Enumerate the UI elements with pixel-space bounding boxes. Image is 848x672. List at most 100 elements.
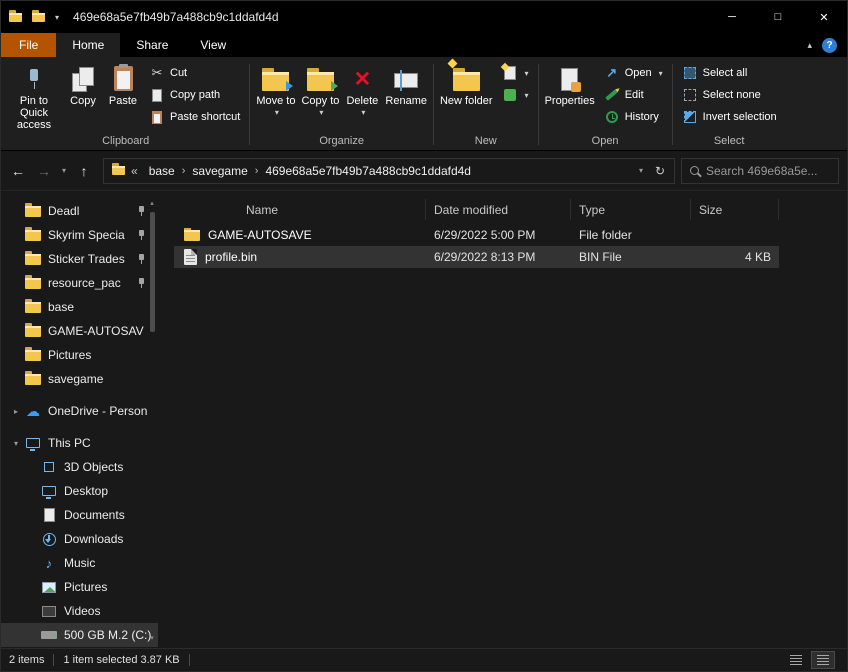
new-item-button[interactable]: ▾ (496, 62, 535, 84)
folder-icon (25, 370, 41, 385)
tab-view[interactable]: View (184, 33, 242, 57)
navigation-pane: Deadl Skyrim Specia Sticker Trades resou… (1, 191, 158, 648)
invert-selection-button[interactable]: Invert selection (676, 106, 783, 128)
sidebar-item-skyrim-special[interactable]: Skyrim Specia (1, 223, 158, 247)
address-bar: ← → ▾ ↑ « base › savegame › 469e68a5e7fb… (1, 151, 847, 191)
quick-access-toolbar-dropdown-icon[interactable]: ▾ (55, 13, 59, 22)
breadcrumb-current-folder[interactable]: 469e68a5e7fb49b7a488cb9c1ddafd4d (260, 164, 476, 178)
document-icon (43, 508, 55, 522)
sidebar-item-label: Pictures (48, 348, 92, 362)
chevron-down-icon[interactable]: ▾ (9, 439, 23, 448)
breadcrumb-chevron-icon[interactable]: › (253, 165, 261, 177)
copy-path-button[interactable]: Copy path (143, 84, 246, 106)
list-view-button[interactable] (784, 651, 808, 669)
sidebar-item-drive-d[interactable]: 1 TB SSD (D:) (1, 647, 158, 648)
collapse-ribbon-icon[interactable]: ▴ (807, 40, 812, 51)
quick-access-toolbar-folder-icon[interactable] (32, 9, 45, 22)
paste-button[interactable]: Paste (103, 60, 143, 109)
breadcrumb-base[interactable]: base (144, 164, 180, 178)
scrollbar-thumb[interactable] (149, 212, 155, 332)
copy-icon (72, 67, 94, 92)
sidebar-item-pictures[interactable]: Pictures (1, 575, 158, 599)
address-box[interactable]: « base › savegame › 469e68a5e7fb49b7a488… (103, 157, 675, 184)
help-icon[interactable]: ? (822, 37, 837, 53)
tab-home[interactable]: Home (56, 33, 121, 57)
scroll-down-icon[interactable]: ▾ (150, 634, 154, 644)
sidebar-item-deadl[interactable]: Deadl (1, 199, 158, 223)
maximize-button[interactable]: □ (755, 1, 801, 33)
tab-share[interactable]: Share (120, 33, 184, 57)
sidebar-item-desktop[interactable]: Desktop (1, 479, 158, 503)
search-input[interactable] (706, 163, 830, 178)
refresh-icon[interactable]: ↻ (648, 159, 672, 183)
sidebar-item-drive-c[interactable]: 500 GB M.2 (C:) (1, 623, 158, 647)
search-icon (690, 166, 699, 175)
scroll-up-icon[interactable]: ▴ (150, 199, 154, 209)
paste-shortcut-button[interactable]: Paste shortcut (143, 106, 246, 128)
open-label: Open (624, 67, 652, 79)
pin-to-quick-access-button[interactable]: Pin to Quick access (5, 60, 63, 133)
folder-icon (184, 228, 200, 241)
select-all-button[interactable]: Select all (676, 62, 783, 84)
forward-button[interactable]: → (31, 158, 57, 184)
ribbon-group-open: Properties ↗ Open ▾ Edit History Open (540, 59, 671, 150)
sidebar-item-onedrive[interactable]: ▸ ☁ OneDrive - Person (1, 399, 158, 423)
column-header-size[interactable]: Size (691, 199, 779, 220)
tab-file[interactable]: File (1, 33, 57, 57)
select-none-button[interactable]: Select none (676, 84, 783, 106)
address-dropdown-icon[interactable]: ▾ (634, 159, 648, 183)
folder-icon (25, 202, 41, 217)
column-header-type[interactable]: Type (571, 199, 691, 220)
move-to-button[interactable]: Move to ▾ (253, 60, 298, 121)
delete-button[interactable]: ✕ Delete ▾ (342, 60, 382, 121)
rename-button[interactable]: Rename (382, 60, 430, 109)
column-header-name[interactable]: Name (174, 199, 426, 220)
ribbon-group-clipboard: Pin to Quick access Copy Paste ✂ Cut Cop… (3, 59, 248, 150)
properties-button[interactable]: Properties (542, 60, 598, 109)
sidebar-item-3d-objects[interactable]: 3D Objects (1, 455, 158, 479)
sidebar-item-label: Music (64, 556, 96, 570)
sidebar-item-sticker-trades[interactable]: Sticker Trades (1, 247, 158, 271)
up-button[interactable]: ↑ (71, 158, 97, 184)
ribbon-group-organize: Move to ▾ Copy to ▾ ✕ Delete ▾ Rename Or… (251, 59, 432, 150)
sidebar-scrollbar[interactable]: ▴ ▾ (147, 199, 157, 644)
file-row-profile-bin[interactable]: profile.bin 6/29/2022 8:13 PM BIN File 4… (174, 246, 779, 268)
onedrive-cloud-icon: ☁ (26, 403, 40, 419)
details-view-button[interactable] (811, 651, 835, 669)
edit-button[interactable]: Edit (598, 84, 669, 106)
file-row-game-autosave[interactable]: GAME-AUTOSAVE 6/29/2022 5:00 PM File fol… (174, 224, 779, 246)
history-button[interactable]: History (598, 106, 669, 128)
copy-to-button[interactable]: Copy to ▾ (298, 60, 342, 121)
breadcrumb-chevron-icon[interactable]: › (180, 165, 188, 177)
minimize-button[interactable]: ─ (709, 1, 755, 33)
sidebar-item-label: This PC (48, 436, 91, 450)
back-button[interactable]: ← (5, 158, 31, 184)
chevron-right-icon[interactable]: ▸ (9, 407, 23, 416)
crumb-overflow-icon[interactable]: « (131, 164, 138, 178)
3d-objects-icon (44, 462, 54, 472)
file-date-modified: 6/29/2022 5:00 PM (434, 228, 536, 242)
sidebar-item-downloads[interactable]: Downloads (1, 527, 158, 551)
pin-to-quick-access-label: Pin to Quick access (16, 95, 52, 131)
sidebar-item-savegame[interactable]: savegame (1, 367, 158, 391)
close-button[interactable]: ✕ (801, 1, 847, 33)
recent-locations-dropdown-icon[interactable]: ▾ (57, 158, 71, 184)
file-date-modified: 6/29/2022 8:13 PM (434, 250, 536, 264)
sidebar-item-base[interactable]: base (1, 295, 158, 319)
breadcrumb-savegame[interactable]: savegame (187, 164, 252, 178)
new-folder-button[interactable]: New folder (437, 58, 496, 109)
edit-pencil-icon (605, 89, 618, 101)
sidebar-item-resource-pac[interactable]: resource_pac (1, 271, 158, 295)
copy-button[interactable]: Copy (63, 60, 103, 109)
sidebar-item-videos[interactable]: Videos (1, 599, 158, 623)
open-button[interactable]: ↗ Open ▾ (598, 62, 669, 84)
cut-button[interactable]: ✂ Cut (143, 62, 246, 84)
sidebar-item-this-pc[interactable]: ▾ This PC (1, 431, 158, 455)
sidebar-item-documents[interactable]: Documents (1, 503, 158, 527)
sidebar-item-pictures-quick[interactable]: Pictures (1, 343, 158, 367)
easy-access-button[interactable]: ▾ (496, 84, 535, 106)
pin-icon (136, 277, 146, 289)
sidebar-item-game-autosave[interactable]: GAME-AUTOSAV (1, 319, 158, 343)
column-header-date-modified[interactable]: Date modified (426, 199, 571, 220)
sidebar-item-music[interactable]: ♪ Music (1, 551, 158, 575)
